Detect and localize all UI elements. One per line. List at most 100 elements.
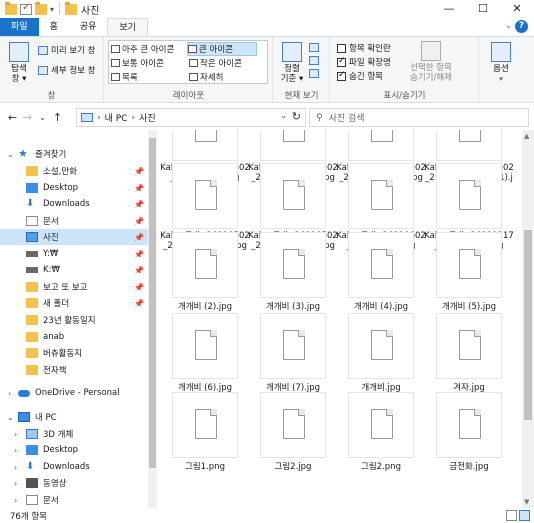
nav-item-watch-again[interactable]: 보고 또 보고 📌 — [0, 279, 150, 295]
file-tile[interactable]: 개개비 (7).jpg — [248, 313, 332, 393]
file-name: 개개비 (3).jpg — [265, 302, 321, 312]
new-folder-icon[interactable] — [35, 1, 47, 15]
file-tile[interactable]: 금전화.jpg — [424, 392, 508, 472]
network-drive-icon — [26, 251, 38, 257]
nav-item-y-drive[interactable]: Y:₩ 📌 — [0, 246, 150, 262]
nav-item-activity-log[interactable]: 23년 활동일지 — [0, 312, 150, 328]
file-name: 개개비 (4).jpg — [353, 302, 409, 312]
nav-item-downloads[interactable]: ⬇ Downloads 📌 — [0, 196, 150, 212]
checkbox-icon — [337, 43, 346, 53]
search-box[interactable]: ⚲ 사진 검색 — [309, 108, 529, 127]
nav-pc-desktop[interactable]: Desktop — [0, 442, 150, 458]
image-file-icon — [283, 409, 305, 439]
file-tile[interactable]: 개개비 (5).jpg — [424, 232, 508, 312]
image-file-icon — [283, 330, 305, 360]
tab-file[interactable]: 파일 — [0, 18, 39, 36]
nav-pc-documents[interactable]: 문서 — [0, 492, 150, 508]
layout-small-icons[interactable]: 작은 아이콘 — [189, 57, 242, 69]
layout-large-icons[interactable]: 큰 아이콘 — [187, 42, 257, 56]
image-file-icon — [459, 409, 481, 439]
tab-home[interactable]: 홈 — [39, 18, 69, 36]
up-button[interactable]: ↑ — [50, 111, 65, 124]
forward-button[interactable]: → — [20, 111, 35, 124]
add-columns-button[interactable] — [309, 56, 319, 65]
options-button[interactable]: 옵션 ▾ — [486, 42, 516, 84]
scroll-up-icon[interactable]: ▲ — [524, 132, 529, 140]
large-icons-view-toggle[interactable] — [519, 510, 530, 521]
sort-by-button[interactable]: 정렬 기준 ▾ — [279, 42, 305, 84]
file-tile[interactable]: 그림2.jpg — [248, 392, 332, 472]
ribbon: 탐색 창 ▾ 미리 보기 창 세부 정보 창 창 아주 큰 아이콘 큰 아이콘 … — [0, 37, 534, 103]
file-tile[interactable]: 그림1.png — [160, 392, 244, 472]
nav-item-virtue[interactable]: 버츄활동지 — [0, 345, 150, 361]
file-tile[interactable]: 개개비 (2).jpg — [160, 232, 244, 312]
file-tile[interactable]: 개개비.jpg — [336, 313, 420, 393]
help-icon[interactable]: ? — [515, 20, 528, 33]
file-extensions-toggle[interactable]: 파일 확장명 — [337, 56, 391, 68]
details-view-toggle[interactable] — [506, 510, 517, 521]
scroll-down-icon[interactable]: ▼ — [524, 498, 529, 506]
breadcrumb-pc[interactable]: 내 PC — [105, 111, 128, 124]
ribbon-group-show-hide: 항목 확인란 파일 확장명 숨긴 항목 선택한 항목 숨기기/해제 표시/숨기기 — [331, 37, 479, 103]
hidden-items-toggle[interactable]: 숨긴 항목 — [337, 70, 383, 82]
nav-scrollbar-thumb[interactable] — [149, 138, 156, 468]
properties-icon[interactable] — [20, 2, 32, 15]
small-icons-icon — [189, 59, 198, 67]
close-button[interactable]: ✕ — [500, 0, 534, 18]
details-pane-button[interactable]: 세부 정보 창 — [38, 64, 96, 76]
layout-medium-icons[interactable]: 보통 아이콘 — [111, 57, 164, 69]
file-tile[interactable]: 겨자.jpg — [424, 313, 508, 393]
customize-quick-access-icon[interactable]: ▾ — [50, 5, 54, 14]
file-tile[interactable]: 개개비 (6).jpg — [160, 313, 244, 393]
hide-selected-button[interactable]: 선택한 항목 숨기기/해제 — [403, 41, 459, 83]
refresh-icon[interactable]: ↻ — [292, 110, 301, 123]
file-tile[interactable]: 개개비 (3).jpg — [248, 232, 332, 312]
nav-this-pc[interactable]: 내 PC — [0, 409, 150, 425]
item-checkboxes-toggle[interactable]: 항목 확인란 — [337, 42, 391, 54]
address-dropdown-icon[interactable]: ⌄ — [280, 111, 287, 120]
nav-pc-downloads[interactable]: ⬇ Downloads — [0, 459, 150, 475]
nav-scrollbar[interactable] — [148, 130, 157, 508]
nav-item-new-folder[interactable]: 새 폴더 📌 — [0, 295, 150, 311]
file-thumbnail — [172, 392, 238, 458]
nav-pc-videos[interactable]: 동영상 — [0, 475, 150, 491]
nav-pc-3d-objects[interactable]: 3D 개체 — [0, 426, 150, 442]
file-tile[interactable]: 그림2.png — [336, 392, 420, 472]
layout-list[interactable]: 목록 — [111, 71, 138, 83]
nav-pane-button[interactable]: 탐색 창 ▾ — [4, 42, 34, 84]
breadcrumb-pictures[interactable]: 사진 — [139, 111, 156, 124]
3d-objects-icon — [26, 429, 38, 439]
content-scrollbar[interactable]: ▲ ▼ — [522, 130, 534, 508]
nav-item-k-drive[interactable]: K:₩ 📌 — [0, 262, 150, 278]
file-tile[interactable]: KakaoTalk_20210502_214927018_04.jpg — [248, 163, 338, 251]
nav-item-documents[interactable]: 문서 📌 — [0, 213, 150, 229]
size-columns-icon — [309, 69, 319, 78]
nav-quick-access[interactable]: ★ 즐겨찾기 — [0, 146, 150, 162]
back-button[interactable]: ← — [5, 111, 20, 124]
layout-details[interactable]: 자세히 — [189, 71, 223, 83]
maximize-button[interactable]: ☐ — [466, 0, 500, 18]
chevron-down-icon[interactable]: ⌄ — [505, 21, 512, 30]
nav-item-novels[interactable]: 소설,만화 📌 — [0, 163, 150, 179]
search-icon: ⚲ — [316, 112, 323, 123]
file-tile[interactable]: 개개비 (4).jpg — [336, 232, 420, 312]
tab-share[interactable]: 공유 — [69, 18, 108, 36]
nav-item-desktop[interactable]: Desktop 📌 — [0, 180, 150, 196]
nav-item-ebook[interactable]: 전자책 — [0, 362, 150, 378]
recent-locations-button[interactable]: ⌄ — [35, 113, 50, 122]
address-bar[interactable]: › 내 PC › 사진 ⌄ ↻ — [76, 108, 306, 127]
file-tile[interactable]: KakaoTalk_20211217_092121240.jpg — [424, 163, 514, 251]
nav-item-pictures[interactable]: 사진 📌 — [0, 229, 150, 245]
minimize-button[interactable]: — — [432, 0, 466, 18]
nav-label: 즐겨찾기 — [35, 150, 67, 160]
file-tile[interactable]: KakaoTalk_20210502_214927018_03.jpg — [160, 163, 250, 251]
file-tile[interactable]: KakaoTalk_20210602_195843944.jpg — [336, 163, 426, 251]
nav-onedrive[interactable]: OneDrive - Personal — [0, 385, 150, 401]
tab-view[interactable]: 보기 — [107, 18, 148, 36]
nav-item-anab[interactable]: anab — [0, 329, 150, 345]
size-columns-button[interactable] — [309, 69, 319, 78]
layout-extra-large-icons[interactable]: 아주 큰 아이콘 — [111, 43, 174, 55]
group-by-button[interactable] — [309, 43, 319, 52]
content-scrollbar-thumb[interactable] — [524, 230, 532, 420]
preview-pane-button[interactable]: 미리 보기 창 — [38, 44, 96, 56]
